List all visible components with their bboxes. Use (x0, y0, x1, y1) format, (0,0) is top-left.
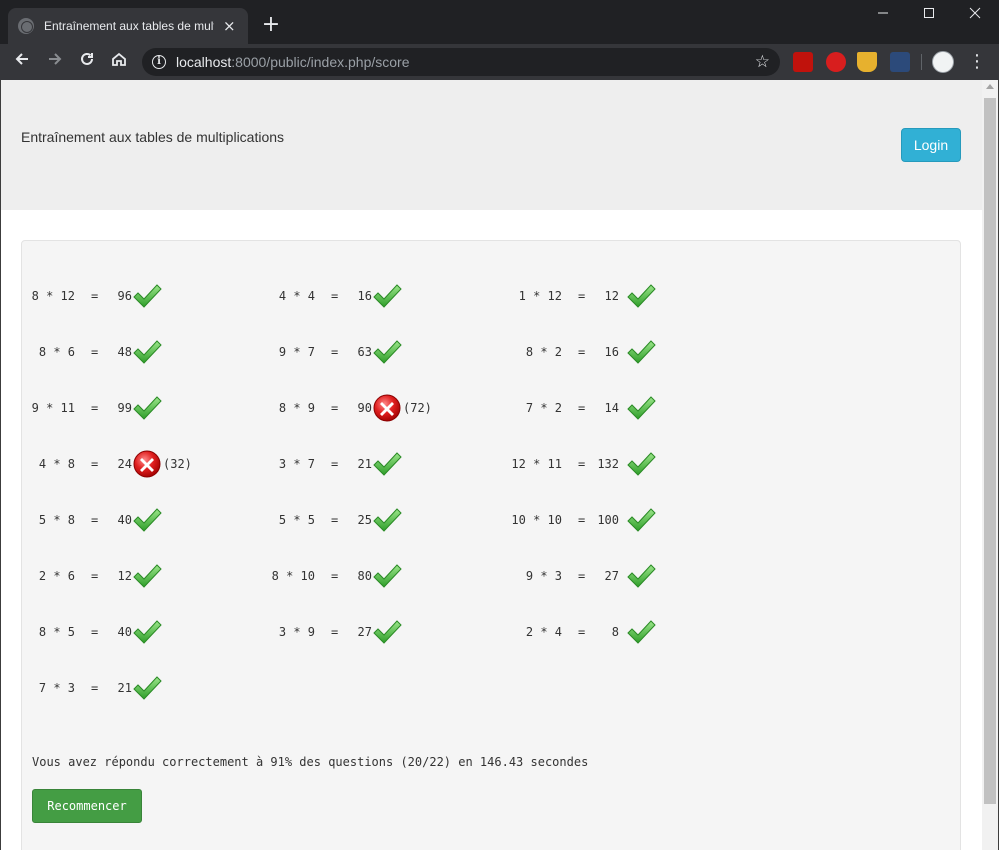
close-window-icon[interactable] (952, 4, 998, 26)
question-item: 10 * 10 = 100 (22, 506, 942, 534)
toolbar-divider (921, 54, 922, 70)
maximize-icon[interactable] (906, 4, 952, 26)
question-text: 10 * 10 (511, 513, 562, 527)
equals-sign: = (91, 681, 99, 695)
scroll-up-arrow[interactable] (986, 84, 994, 89)
checkmark-icon (626, 338, 656, 366)
question-text: 12 * 11 (511, 457, 562, 471)
url-text: localhost:8000/public/index.php/score (176, 54, 410, 70)
tab-title: Entraînement aux tables de multiplicatio… (44, 19, 214, 33)
answer-text: 8 (611, 625, 619, 639)
address-bar[interactable]: i localhost:8000/public/index.php/score … (142, 48, 780, 76)
home-icon[interactable] (107, 50, 131, 74)
equals-sign: = (578, 625, 586, 639)
answer-text: 27 (604, 569, 619, 583)
app-title: Entraînement aux tables de multiplicatio… (21, 129, 285, 145)
forward-icon[interactable] (43, 50, 67, 74)
adblock-extension-icon[interactable] (826, 52, 846, 72)
more-extension-icon[interactable] (890, 52, 910, 72)
globe-icon (18, 18, 34, 34)
score-summary: Vous avez répondu correctement à 91% des… (32, 755, 589, 769)
checkmark-icon (626, 618, 656, 646)
new-tab-button[interactable]: + (258, 12, 284, 38)
question-item: 12 * 11 = 132 (22, 450, 942, 478)
bookmark-star-icon[interactable]: ☆ (755, 52, 770, 72)
question-item: 8 * 2 = 16 (22, 338, 942, 366)
question-text: 9 * 3 (525, 569, 562, 583)
back-icon[interactable] (10, 50, 34, 74)
answer-text: 14 (604, 401, 619, 415)
question-text: 7 * 3 (38, 681, 75, 695)
checkmark-icon (626, 450, 656, 478)
browser-toolbar: i localhost:8000/public/index.php/score … (0, 44, 999, 80)
question-item: 1 * 12 = 12 (22, 282, 942, 310)
question-item: 9 * 3 = 27 (22, 562, 942, 590)
reload-icon[interactable] (75, 50, 99, 74)
browser-tab[interactable]: Entraînement aux tables de multiplicatio… (8, 8, 248, 44)
site-info-icon[interactable]: i (152, 55, 166, 69)
question-text: 7 * 2 (525, 401, 562, 415)
checkmark-icon (626, 506, 656, 534)
question-text: 2 * 4 (525, 625, 562, 639)
question-text: 1 * 12 (518, 289, 562, 303)
checkmark-icon (626, 562, 656, 590)
answer-text: 16 (604, 345, 619, 359)
scroll-thumb[interactable] (984, 98, 996, 804)
page-header: Entraînement aux tables de multiplicatio… (1, 80, 982, 210)
answer-text: 100 (597, 513, 619, 527)
title-bar: Entraînement aux tables de multiplicatio… (0, 0, 999, 44)
question-text: 8 * 2 (525, 345, 562, 359)
close-tab-icon[interactable]: × (220, 17, 238, 35)
pdf-extension-icon[interactable] (793, 52, 813, 72)
equals-sign: = (578, 569, 586, 583)
equals-sign: = (578, 345, 586, 359)
browser-menu-icon[interactable]: ⋮ (968, 50, 986, 74)
equals-sign: = (578, 457, 586, 471)
checkmark-icon (132, 674, 162, 702)
equals-sign: = (578, 289, 586, 303)
answer-text: 21 (117, 681, 132, 695)
checkmark-icon (626, 282, 656, 310)
equals-sign: = (578, 513, 586, 527)
minimize-icon[interactable] (860, 4, 906, 26)
results-panel: Vous avez répondu correctement à 91% des… (21, 240, 961, 850)
equals-sign: = (578, 401, 586, 415)
login-button[interactable]: Login (901, 128, 961, 162)
profile-avatar-icon[interactable] (932, 51, 954, 73)
question-item: 7 * 3 = 21 (22, 674, 942, 702)
checkmark-icon (626, 394, 656, 422)
question-item: 2 * 4 = 8 (22, 618, 942, 646)
answer-text: 12 (604, 289, 619, 303)
question-item: 7 * 2 = 14 (22, 394, 942, 422)
flask-extension-icon[interactable] (857, 52, 877, 72)
answer-text: 132 (597, 457, 619, 471)
page-viewport: Entraînement aux tables de multiplicatio… (1, 80, 982, 850)
restart-button[interactable]: Recommencer (32, 789, 142, 823)
scrollbar[interactable] (982, 80, 998, 850)
